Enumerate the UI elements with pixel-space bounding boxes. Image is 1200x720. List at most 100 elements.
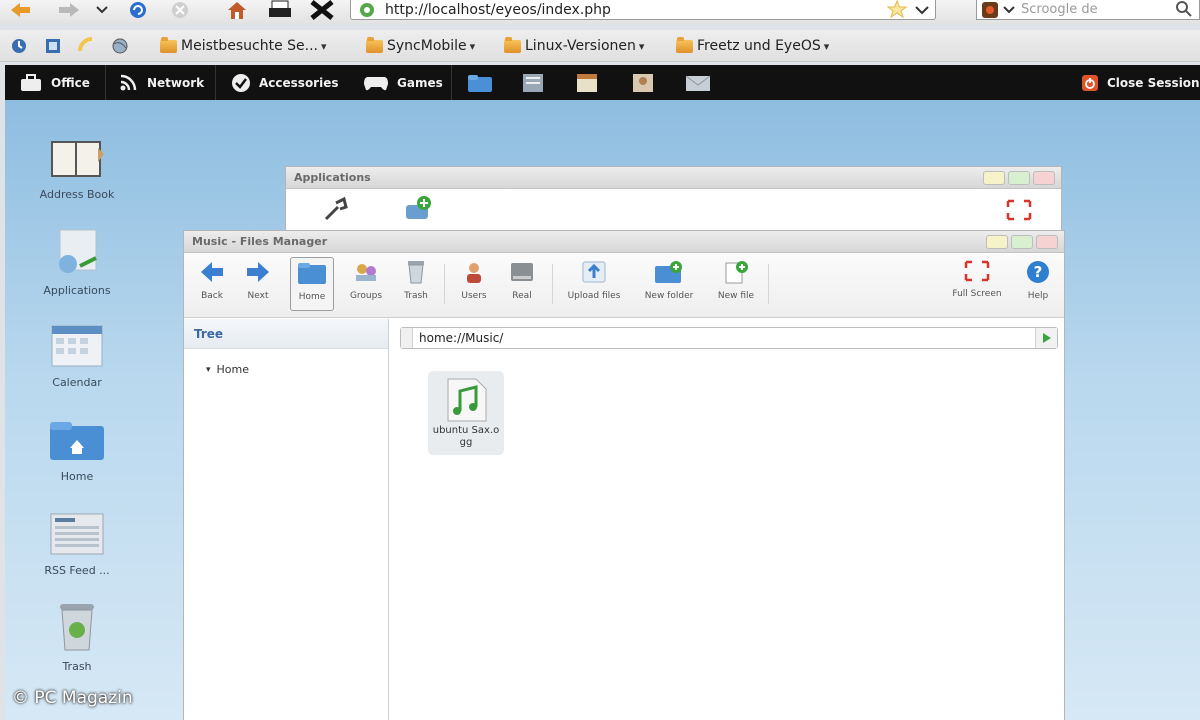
bookmark-star-icon[interactable] xyxy=(887,0,907,18)
tools-icon[interactable] xyxy=(308,0,336,20)
file-item[interactable]: ubuntu Sax.ogg xyxy=(428,371,504,455)
next-button[interactable]: Next xyxy=(232,260,284,301)
launcher-documents[interactable] xyxy=(521,65,545,100)
menu-label: Accessories xyxy=(259,75,339,90)
rss-bookmark-icon[interactable] xyxy=(78,36,96,56)
upload-icon xyxy=(582,261,606,283)
tool-label: Upload files xyxy=(567,291,621,301)
close-button[interactable] xyxy=(1033,171,1055,185)
maximize-button[interactable] xyxy=(1011,235,1033,249)
desktop: Address Book Applications Calendar Home … xyxy=(5,100,1200,720)
home-folder-icon xyxy=(50,422,104,460)
chevron-down-icon: ▾ xyxy=(321,39,327,53)
menu-network[interactable]: Network xyxy=(119,65,204,100)
bookmark-folder-syncmobile[interactable]: SyncMobile ▾ xyxy=(366,36,475,56)
close-session-label: Close Session xyxy=(1107,75,1200,90)
launcher-mail[interactable] xyxy=(685,65,711,100)
folder-icon xyxy=(160,36,177,53)
trash-button[interactable]: Trash xyxy=(390,260,442,301)
menu-games[interactable]: Games xyxy=(363,65,443,100)
divider xyxy=(105,65,106,100)
tools-app-icon[interactable] xyxy=(322,197,350,223)
files-toolbar: Back Next Home Groups Trash Users Real U… xyxy=(184,254,1064,318)
forward-arrow-icon[interactable] xyxy=(56,0,82,20)
bookmark-folder-freetz[interactable]: Freetz und EyeOS ▾ xyxy=(676,36,829,56)
files-manager-window: Music - Files Manager Back Next Home Gro… xyxy=(183,230,1065,720)
back-button[interactable]: Back xyxy=(186,260,238,301)
bookmark-label: Meistbesuchte Se... xyxy=(181,38,319,54)
tree-item-home[interactable]: ▾ Home xyxy=(206,363,249,376)
trash-icon xyxy=(408,261,424,284)
search-engine-icon[interactable] xyxy=(981,1,1003,19)
full-screen-button[interactable]: Full Screen xyxy=(946,260,1008,299)
reload-icon[interactable] xyxy=(126,0,150,20)
calendar-icon xyxy=(51,325,103,367)
play-arrow-icon xyxy=(1042,333,1051,343)
maximize-button[interactable] xyxy=(1008,171,1030,185)
close-button[interactable] xyxy=(1036,235,1058,249)
stop-icon[interactable] xyxy=(168,0,192,20)
applications-icon xyxy=(59,229,97,273)
desktop-icon-home[interactable]: Home xyxy=(27,418,127,483)
bookmark-folder-linux-versionen[interactable]: Linux-Versionen ▾ xyxy=(504,36,644,56)
divider xyxy=(552,264,553,304)
desktop-icon-trash[interactable]: Trash xyxy=(27,602,127,673)
home-button[interactable]: Home xyxy=(290,257,334,311)
bookmarks-icon[interactable] xyxy=(44,36,62,56)
bookmark-folder-meistbesuchte[interactable]: Meistbesuchte Se... ▾ xyxy=(160,36,327,56)
document-icon xyxy=(523,73,543,92)
tree-pane: Tree ▾ Home xyxy=(184,319,389,720)
groups-button[interactable]: Groups xyxy=(340,260,392,301)
install-app-icon[interactable] xyxy=(404,195,434,221)
desktop-icon-address-book[interactable]: Address Book xyxy=(27,138,127,201)
desktop-icon-label: Address Book xyxy=(39,188,115,201)
menu-accessories[interactable]: Accessories xyxy=(231,65,339,100)
rss-icon xyxy=(120,74,137,90)
launcher-calendar[interactable] xyxy=(575,65,599,100)
fullscreen-icon xyxy=(964,260,990,282)
desktop-icon-applications[interactable]: Applications xyxy=(27,228,127,297)
tool-label: Home xyxy=(298,292,326,302)
print-icon[interactable] xyxy=(266,0,294,20)
back-arrow-icon[interactable] xyxy=(8,0,32,20)
files-manager-titlebar[interactable]: Music - Files Manager xyxy=(184,231,1064,253)
trash-icon xyxy=(60,604,94,651)
clock-icon[interactable] xyxy=(10,36,28,56)
search-field[interactable]: Scroogle de xyxy=(976,0,1200,20)
new-folder-button[interactable]: New folder xyxy=(636,260,702,301)
home-icon[interactable] xyxy=(224,0,250,20)
engine-dropdown-icon[interactable] xyxy=(1003,5,1015,15)
desktop-icon-calendar[interactable]: Calendar xyxy=(27,324,127,389)
users-button[interactable]: Users xyxy=(448,260,500,301)
url-dropdown-icon[interactable] xyxy=(915,5,929,15)
globe-icon[interactable] xyxy=(110,36,130,56)
tool-label: Back xyxy=(201,291,223,301)
upload-files-button[interactable]: Upload files xyxy=(558,260,630,301)
chevron-down-icon[interactable]: ▾ xyxy=(206,365,211,375)
real-button[interactable]: Real xyxy=(496,260,548,301)
search-icon[interactable] xyxy=(1175,0,1193,18)
path-bar[interactable]: home://Music/ xyxy=(400,327,1058,349)
applications-window-titlebar[interactable]: Applications xyxy=(286,167,1061,189)
tool-label: Help xyxy=(1027,291,1049,301)
menu-label: Games xyxy=(397,75,443,90)
minimize-button[interactable] xyxy=(986,235,1008,249)
new-file-icon xyxy=(725,261,748,284)
minimize-button[interactable] xyxy=(983,171,1005,185)
new-file-button[interactable]: New file xyxy=(710,260,762,301)
calendar-small-icon xyxy=(577,73,597,92)
tree-header: Tree xyxy=(184,319,388,349)
address-bar[interactable]: http://localhost/eyeos/index.php xyxy=(350,0,936,20)
menu-office[interactable]: Office xyxy=(19,65,90,100)
close-session-button[interactable]: Close Session xyxy=(1081,65,1200,100)
fullscreen-app-icon[interactable] xyxy=(1006,199,1032,221)
launcher-contacts[interactable] xyxy=(631,65,655,100)
help-button[interactable]: ? Help xyxy=(1012,260,1064,301)
launcher-files[interactable] xyxy=(467,65,493,100)
history-dropdown-icon[interactable] xyxy=(94,0,110,20)
contacts-icon xyxy=(633,73,653,92)
desktop-icon-rss-feed[interactable]: RSS Feed ... xyxy=(27,512,127,577)
url-text: http://localhost/eyeos/index.php xyxy=(385,1,611,18)
tool-label: Trash xyxy=(404,291,428,301)
go-button[interactable] xyxy=(1035,328,1057,348)
